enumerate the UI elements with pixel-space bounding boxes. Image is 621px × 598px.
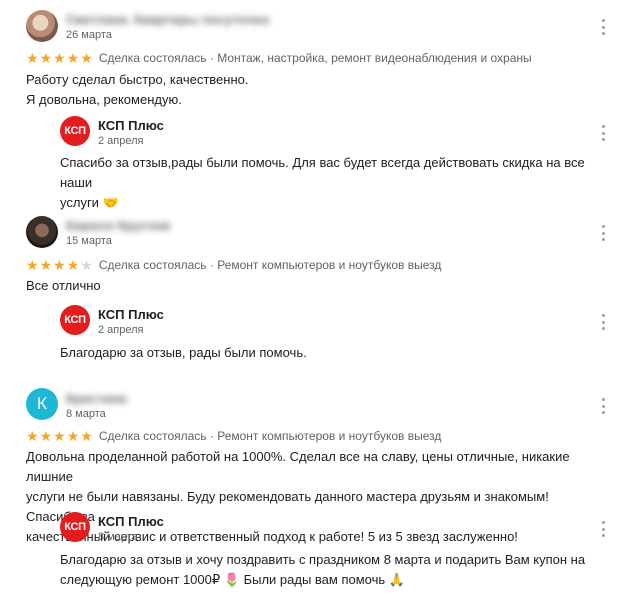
star-rating: ★ ★ ★ ★ ★ (26, 51, 93, 65)
tulip-emoji-icon: 🌷 (223, 572, 240, 587)
star-icon: ★ (39, 50, 53, 66)
star-icon: ★ (53, 257, 66, 273)
handshake-emoji-icon: 🤝 (102, 195, 119, 210)
review-text: Все отлично (26, 276, 596, 296)
star-icon: ★ (66, 257, 80, 273)
reply-text-line: Были рады вам помочь (243, 572, 386, 587)
company-name[interactable]: КСП Плюс (98, 118, 164, 133)
star-icon: ★ (53, 50, 66, 66)
star-icon: ★ (26, 257, 39, 273)
more-options-icon[interactable] (597, 225, 609, 241)
star-icon: ★ (39, 428, 53, 444)
review-rating: ★ ★ ★ ★ ★ Сделка состоялась · Ремонт компьют… (26, 429, 441, 443)
more-options-icon[interactable] (597, 521, 609, 537)
star-icon: ★ (80, 50, 93, 66)
praying-hands-emoji-icon: 🙏 (388, 572, 405, 587)
review-date: 26 марта (66, 29, 112, 41)
company-logo[interactable]: КСП (60, 305, 90, 335)
review-text-line: Работу сделал быстро, качественно. (26, 72, 249, 87)
star-icon: ★ (80, 428, 93, 444)
reply-text-line: Благодарю за отзыв, рады были помочь. (60, 345, 307, 360)
star-rating: ★ ★ ★ ★ ★ (26, 429, 93, 443)
company-logo[interactable]: КСП (60, 116, 90, 146)
reply-text: Благодарю за отзыв, рады были помочь. (60, 343, 600, 363)
review-rating: ★ ★ ★ ★ ★ Сделка состоялась · Монтаж, настро… (26, 51, 532, 65)
deal-info: Сделка состоялась · Монтаж, настройка, р… (98, 51, 532, 65)
review-text-line: Довольна проделанной работой на 1000%. С… (26, 449, 570, 484)
more-options-icon[interactable] (597, 19, 609, 35)
review-rating: ★ ★ ★ ★ ★ Сделка состоялась · Ремонт компьют… (26, 258, 441, 272)
more-options-icon[interactable] (597, 398, 609, 414)
reply-text: Благодарю за отзыв и хочу поздравить с п… (60, 550, 600, 590)
reply-date: 8 марта (98, 531, 138, 543)
reply-text: Спасибо за отзыв,рады были помочь. Для в… (60, 153, 600, 213)
reviewer-name[interactable]: Кирилл Круглов (66, 218, 170, 233)
star-rating: ★ ★ ★ ★ ★ (26, 258, 93, 272)
star-empty-icon: ★ (80, 257, 93, 273)
deal-info: Сделка состоялась · Ремонт компьютеров и… (98, 429, 442, 443)
reviewer-avatar[interactable] (26, 216, 58, 248)
reply-text-line: Спасибо за отзыв,рады были помочь. Для в… (60, 155, 585, 190)
review-date: 8 марта (66, 408, 106, 420)
more-options-icon[interactable] (597, 125, 609, 141)
review-text-line: Я довольна, рекомендую. (26, 92, 182, 107)
more-options-icon[interactable] (597, 314, 609, 330)
review-text: Работу сделал быстро, качественно. Я дов… (26, 70, 596, 110)
star-icon: ★ (26, 428, 39, 444)
review-date: 15 марта (66, 235, 112, 247)
reviewer-avatar[interactable] (26, 10, 58, 42)
reply-text-line: следующую ремонт 1000₽ (60, 572, 221, 587)
reply-text-line: Благодарю за отзыв и хочу поздравить с п… (60, 552, 586, 567)
reviewer-avatar[interactable]: К (26, 388, 58, 420)
star-icon: ★ (53, 428, 66, 444)
reply-date: 2 апреля (98, 324, 144, 336)
star-icon: ★ (39, 257, 53, 273)
star-icon: ★ (66, 428, 80, 444)
reviewer-name[interactable]: Светлана. Квартиры посуточно (66, 12, 269, 27)
star-icon: ★ (66, 50, 80, 66)
reply-date: 2 апреля (98, 135, 144, 147)
company-logo[interactable]: КСП (60, 512, 90, 542)
star-icon: ★ (26, 50, 39, 66)
review-text-line: Все отлично (26, 278, 101, 293)
deal-info: Сделка состоялась · Ремонт компьютеров и… (98, 258, 442, 272)
company-name[interactable]: КСП Плюс (98, 307, 164, 322)
reply-text-line: услуги (60, 195, 99, 210)
reviewer-name[interactable]: Кристина (66, 391, 127, 406)
company-name[interactable]: КСП Плюс (98, 514, 164, 529)
